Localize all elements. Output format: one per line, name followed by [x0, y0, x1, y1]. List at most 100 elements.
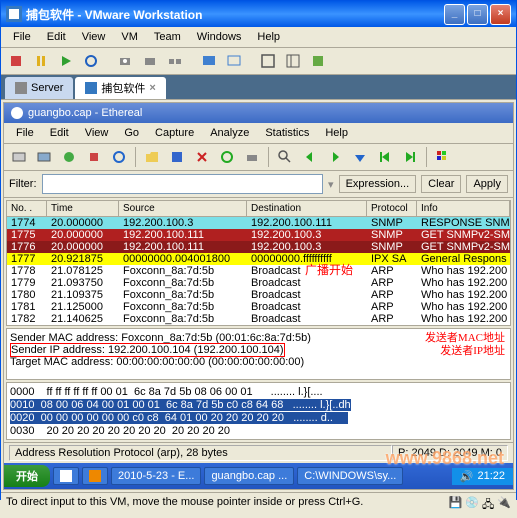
vmware-statusbar: To direct input to this VM, move the mou… [1, 492, 516, 518]
col-time[interactable]: Time [47, 201, 119, 216]
revert-icon[interactable] [139, 50, 161, 72]
eth-menu-help[interactable]: Help [318, 125, 355, 141]
power-on-icon[interactable] [55, 50, 77, 72]
task-item[interactable]: 2010-5-23 - E... [111, 467, 201, 485]
interfaces-icon[interactable] [8, 146, 30, 168]
expression-button[interactable]: Expression... [339, 175, 417, 193]
packet-row[interactable]: 177921.093750Foxconn_8a:7d:5bBroadcastAR… [7, 277, 510, 289]
device-net-icon[interactable]: 🖧 [482, 496, 494, 515]
filter-input[interactable] [42, 174, 324, 194]
vmware-icon [6, 6, 22, 22]
manage-icon[interactable] [164, 50, 186, 72]
reload-icon[interactable] [216, 146, 238, 168]
minimize-button[interactable]: _ [444, 4, 465, 25]
packet-row[interactable]: 177520.000000192.200.100.111192.200.100.… [7, 229, 510, 241]
filter-label: Filter: [9, 178, 37, 190]
device-hdd-icon[interactable]: 💾 [449, 496, 463, 515]
eth-menu-file[interactable]: File [9, 125, 41, 141]
device-usb-icon[interactable]: 🔌 [497, 496, 511, 515]
options-icon[interactable] [33, 146, 55, 168]
menu-file[interactable]: File [6, 29, 38, 45]
show-console-icon[interactable] [198, 50, 220, 72]
open-icon[interactable] [141, 146, 163, 168]
restart-icon[interactable] [108, 146, 130, 168]
ethereal-toolbar [4, 144, 513, 171]
packet-row[interactable]: 178221.140625Foxconn_8a:7d:5bBroadcastAR… [7, 313, 510, 325]
menu-help[interactable]: Help [250, 29, 287, 45]
hex-dump[interactable]: 0000 ff ff ff ff ff ff 00 01 6c 8a 7d 5b… [6, 382, 511, 440]
col-source[interactable]: Source [119, 201, 247, 216]
start-button[interactable]: 开始 [4, 465, 50, 487]
tab-capture[interactable]: 捕包软件 × [75, 77, 165, 99]
vmware-tabs: Server 捕包软件 × [1, 75, 516, 100]
quicklaunch-icon[interactable] [82, 467, 108, 485]
summary-icon[interactable] [223, 50, 245, 72]
status-left: Address Resolution Protocol (arp), 28 by… [9, 445, 392, 461]
snapshot-icon[interactable] [114, 50, 136, 72]
save-icon[interactable] [166, 146, 188, 168]
menu-vm[interactable]: VM [114, 29, 145, 45]
quickswitch-icon[interactable] [282, 50, 304, 72]
eth-menu-statistics[interactable]: Statistics [258, 125, 316, 141]
find-icon[interactable] [274, 146, 296, 168]
col-info[interactable]: Info [417, 201, 510, 216]
apply-button[interactable]: Apply [466, 175, 508, 193]
eth-menu-go[interactable]: Go [117, 125, 146, 141]
suspend-icon[interactable] [30, 50, 52, 72]
start-capture-icon[interactable] [58, 146, 80, 168]
packet-details[interactable]: Sender MAC address: Foxconn_8a:7d:5b (00… [6, 328, 511, 380]
menu-edit[interactable]: Edit [40, 29, 73, 45]
col-destination[interactable]: Destination [247, 201, 367, 216]
packet-list-header[interactable]: No. . Time Source Destination Protocol I… [7, 201, 510, 217]
colorize-icon[interactable] [432, 146, 454, 168]
packet-row[interactable]: 177720.92187500000000.00400180000000000.… [7, 253, 510, 265]
close-button[interactable]: × [490, 4, 511, 25]
tab-label: 捕包软件 [101, 80, 145, 96]
menu-windows[interactable]: Windows [190, 29, 249, 45]
clock: 21:22 [477, 470, 505, 482]
device-cd-icon[interactable]: 💿 [465, 496, 479, 515]
clear-button[interactable]: Clear [421, 175, 461, 193]
power-off-icon[interactable] [5, 50, 27, 72]
packet-row[interactable]: 178021.109375Foxconn_8a:7d:5bBroadcastAR… [7, 289, 510, 301]
maximize-button[interactable]: □ [467, 4, 488, 25]
ethereal-title: guangbo.cap - Ethereal [28, 107, 507, 119]
packet-row[interactable]: 177420.000000192.200.100.3192.200.100.11… [7, 217, 510, 229]
go-forward-icon[interactable] [324, 146, 346, 168]
eth-menu-analyze[interactable]: Analyze [203, 125, 256, 141]
goto-icon[interactable] [349, 146, 371, 168]
print-icon[interactable] [241, 146, 263, 168]
go-last-icon[interactable] [399, 146, 421, 168]
unity-icon[interactable] [307, 50, 329, 72]
fullscreen-icon[interactable] [257, 50, 279, 72]
eth-menu-view[interactable]: View [78, 125, 116, 141]
tab-server[interactable]: Server [5, 77, 73, 99]
eth-menu-capture[interactable]: Capture [148, 125, 201, 141]
packet-row[interactable]: 177620.000000192.200.100.111192.200.100.… [7, 241, 510, 253]
packet-row[interactable]: 178321.156250Foxconn_8a:7d:5bBroadcastAR… [7, 325, 510, 326]
task-item[interactable]: guangbo.cap ... [204, 467, 294, 485]
annotation-ip: 发送者IP地址 [440, 342, 505, 358]
go-back-icon[interactable] [299, 146, 321, 168]
task-item[interactable]: C:\WINDOWS\sy... [297, 467, 403, 485]
app-icon [85, 82, 97, 94]
packet-list[interactable]: No. . Time Source Destination Protocol I… [6, 200, 511, 326]
col-protocol[interactable]: Protocol [367, 201, 417, 216]
reset-icon[interactable] [80, 50, 102, 72]
vmware-titlebar: 捕包软件 - VMware Workstation _ □ × [1, 1, 516, 27]
close-file-icon[interactable] [191, 146, 213, 168]
status-right: P: 2049 D: 2049 M: 0 [392, 445, 508, 461]
menu-view[interactable]: View [75, 29, 113, 45]
quicklaunch-icon[interactable] [53, 467, 79, 485]
tray-icon[interactable]: 🔊 [460, 470, 474, 483]
packet-row[interactable]: 178121.125000Foxconn_8a:7d:5bBroadcastAR… [7, 301, 510, 313]
col-no[interactable]: No. . [7, 201, 47, 216]
system-tray[interactable]: 🔊 21:22 [452, 468, 513, 485]
ethereal-menubar: File Edit View Go Capture Analyze Statis… [4, 123, 513, 144]
menu-team[interactable]: Team [147, 29, 188, 45]
packet-row[interactable]: 177821.078125Foxconn_8a:7d:5bBroadcastAR… [7, 265, 510, 277]
go-first-icon[interactable] [374, 146, 396, 168]
tab-close-icon[interactable]: × [149, 82, 155, 94]
eth-menu-edit[interactable]: Edit [43, 125, 76, 141]
stop-capture-icon[interactable] [83, 146, 105, 168]
